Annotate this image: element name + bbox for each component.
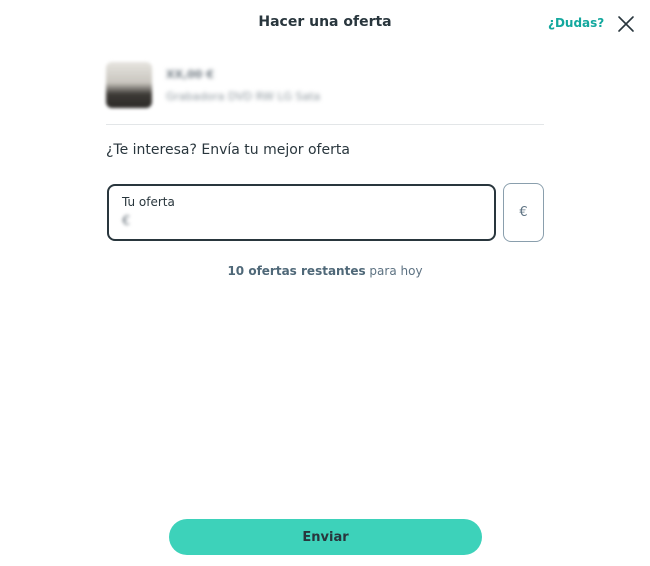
currency-selector[interactable]: € xyxy=(503,183,544,242)
offers-remaining: 10 ofertas restantes para hoy xyxy=(0,264,650,278)
offer-input[interactable]: Tu oferta € xyxy=(107,184,496,241)
euro-icon: € xyxy=(519,205,528,220)
send-offer-button[interactable]: Enviar xyxy=(169,519,482,555)
offer-input-label: Tu oferta xyxy=(122,195,175,209)
offers-remaining-suffix: para hoy xyxy=(365,264,423,278)
close-icon xyxy=(618,16,634,32)
offers-remaining-count: 10 ofertas restantes xyxy=(227,264,366,278)
offer-modal: Hacer una oferta ¿Dudas? XX,00 € Grabado… xyxy=(0,0,650,566)
close-button[interactable] xyxy=(616,14,636,34)
product-price: XX,00 € xyxy=(166,68,214,81)
product-thumbnail xyxy=(106,62,152,108)
product-name: Grabadora DVD RW LG Sata xyxy=(166,90,321,103)
product-summary: XX,00 € Grabadora DVD RW LG Sata xyxy=(106,62,544,125)
offer-input-value[interactable]: € xyxy=(122,214,130,229)
help-link[interactable]: ¿Dudas? xyxy=(548,16,604,30)
offer-prompt: ¿Te interesa? Envía tu mejor oferta xyxy=(106,142,350,158)
